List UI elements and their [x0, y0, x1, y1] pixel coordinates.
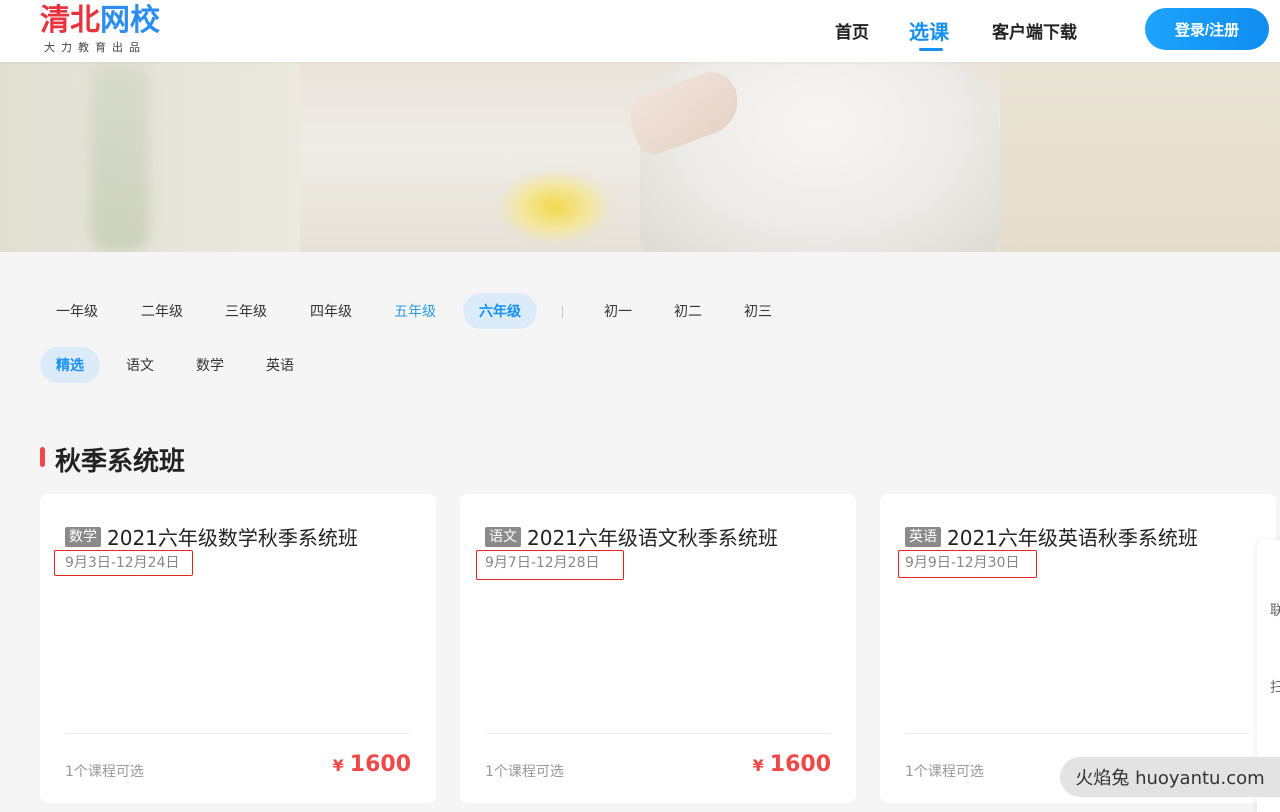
subject-tag: 英语 [905, 526, 941, 547]
section-accent-bar [40, 447, 45, 467]
grade-chip-junior-3[interactable]: 初三 [728, 293, 788, 329]
course-count: 1个课程可选 [65, 764, 144, 780]
grade-chip-3[interactable]: 三年级 [209, 293, 283, 329]
card-divider [65, 733, 411, 734]
nav-active-underline [919, 48, 943, 51]
course-date: 9月9日-12月30日 [905, 555, 1020, 571]
banner-flowers [500, 172, 610, 242]
card-divider [485, 733, 831, 734]
nav-home[interactable]: 首页 [835, 18, 869, 43]
course-price: ¥1600 [333, 752, 411, 777]
banner-bg-left [0, 62, 300, 252]
grade-chip-6[interactable]: 六年级 [463, 293, 537, 329]
card-title-row: 数学 2021六年级数学秋季系统班 [65, 522, 358, 551]
course-card-math[interactable]: 数学 2021六年级数学秋季系统班 9月3日-12月24日 1个课程可选 ¥16… [40, 494, 436, 803]
course-date: 9月7日-12月28日 [485, 555, 600, 571]
subject-chip-featured[interactable]: 精选 [40, 347, 100, 383]
grade-chip-1[interactable]: 一年级 [40, 293, 114, 329]
watermark: 火焰兔 huoyantu.com [1060, 757, 1280, 797]
top-header: 清北网校 大力教育出品 首页 选课 客户端下载 登录/注册 [0, 0, 1280, 62]
course-count: 1个课程可选 [905, 764, 984, 780]
card-divider [905, 733, 1251, 734]
price-value: 1600 [349, 752, 411, 777]
side-item-contact[interactable]: 联 [1270, 600, 1280, 620]
nav-courses[interactable]: 选课 [909, 16, 949, 45]
course-card-chinese[interactable]: 语文 2021六年级语文秋季系统班 9月7日-12月28日 1个课程可选 ¥16… [460, 494, 856, 803]
card-title-row: 语文 2021六年级语文秋季系统班 [485, 522, 778, 551]
card-title-row: 英语 2021六年级英语秋季系统班 [905, 522, 1198, 551]
subject-chip-math[interactable]: 数学 [180, 347, 240, 383]
grade-chip-5[interactable]: 五年级 [378, 293, 452, 329]
grade-chip-junior-1[interactable]: 初一 [588, 293, 648, 329]
grade-divider [562, 306, 563, 318]
grade-chip-4[interactable]: 四年级 [294, 293, 368, 329]
grade-chip-junior-2[interactable]: 初二 [658, 293, 718, 329]
banner-plant [90, 62, 150, 252]
banner-bg-right [1000, 62, 1280, 252]
subject-chip-english[interactable]: 英语 [250, 347, 310, 383]
logo-red: 清北 [40, 3, 100, 38]
logo-text: 清北网校 [40, 4, 165, 38]
logo-subtitle: 大力教育出品 [44, 41, 146, 54]
course-price: ¥1600 [753, 752, 831, 777]
hero-banner[interactable] [0, 62, 1280, 252]
course-count: 1个课程可选 [485, 764, 564, 780]
logo-blue: 网校 [100, 3, 160, 38]
course-title: 2021六年级英语秋季系统班 [947, 526, 1198, 550]
course-title: 2021六年级语文秋季系统班 [527, 526, 778, 550]
subject-tag: 数学 [65, 526, 101, 547]
subject-tag: 语文 [485, 526, 521, 547]
currency-symbol: ¥ [332, 756, 344, 775]
side-item-scan[interactable]: 扫 [1270, 677, 1280, 697]
login-register-button[interactable]: 登录/注册 [1145, 8, 1269, 50]
site-logo[interactable]: 清北网校 大力教育出品 [40, 4, 165, 55]
section-title: 秋季系统班 [55, 447, 186, 477]
price-value: 1600 [769, 752, 831, 777]
course-title: 2021六年级数学秋季系统班 [107, 526, 358, 550]
nav-client-download[interactable]: 客户端下载 [992, 18, 1077, 43]
currency-symbol: ¥ [752, 756, 764, 775]
subject-chip-chinese[interactable]: 语文 [110, 347, 170, 383]
course-date: 9月3日-12月24日 [65, 555, 180, 571]
grade-chip-2[interactable]: 二年级 [125, 293, 199, 329]
